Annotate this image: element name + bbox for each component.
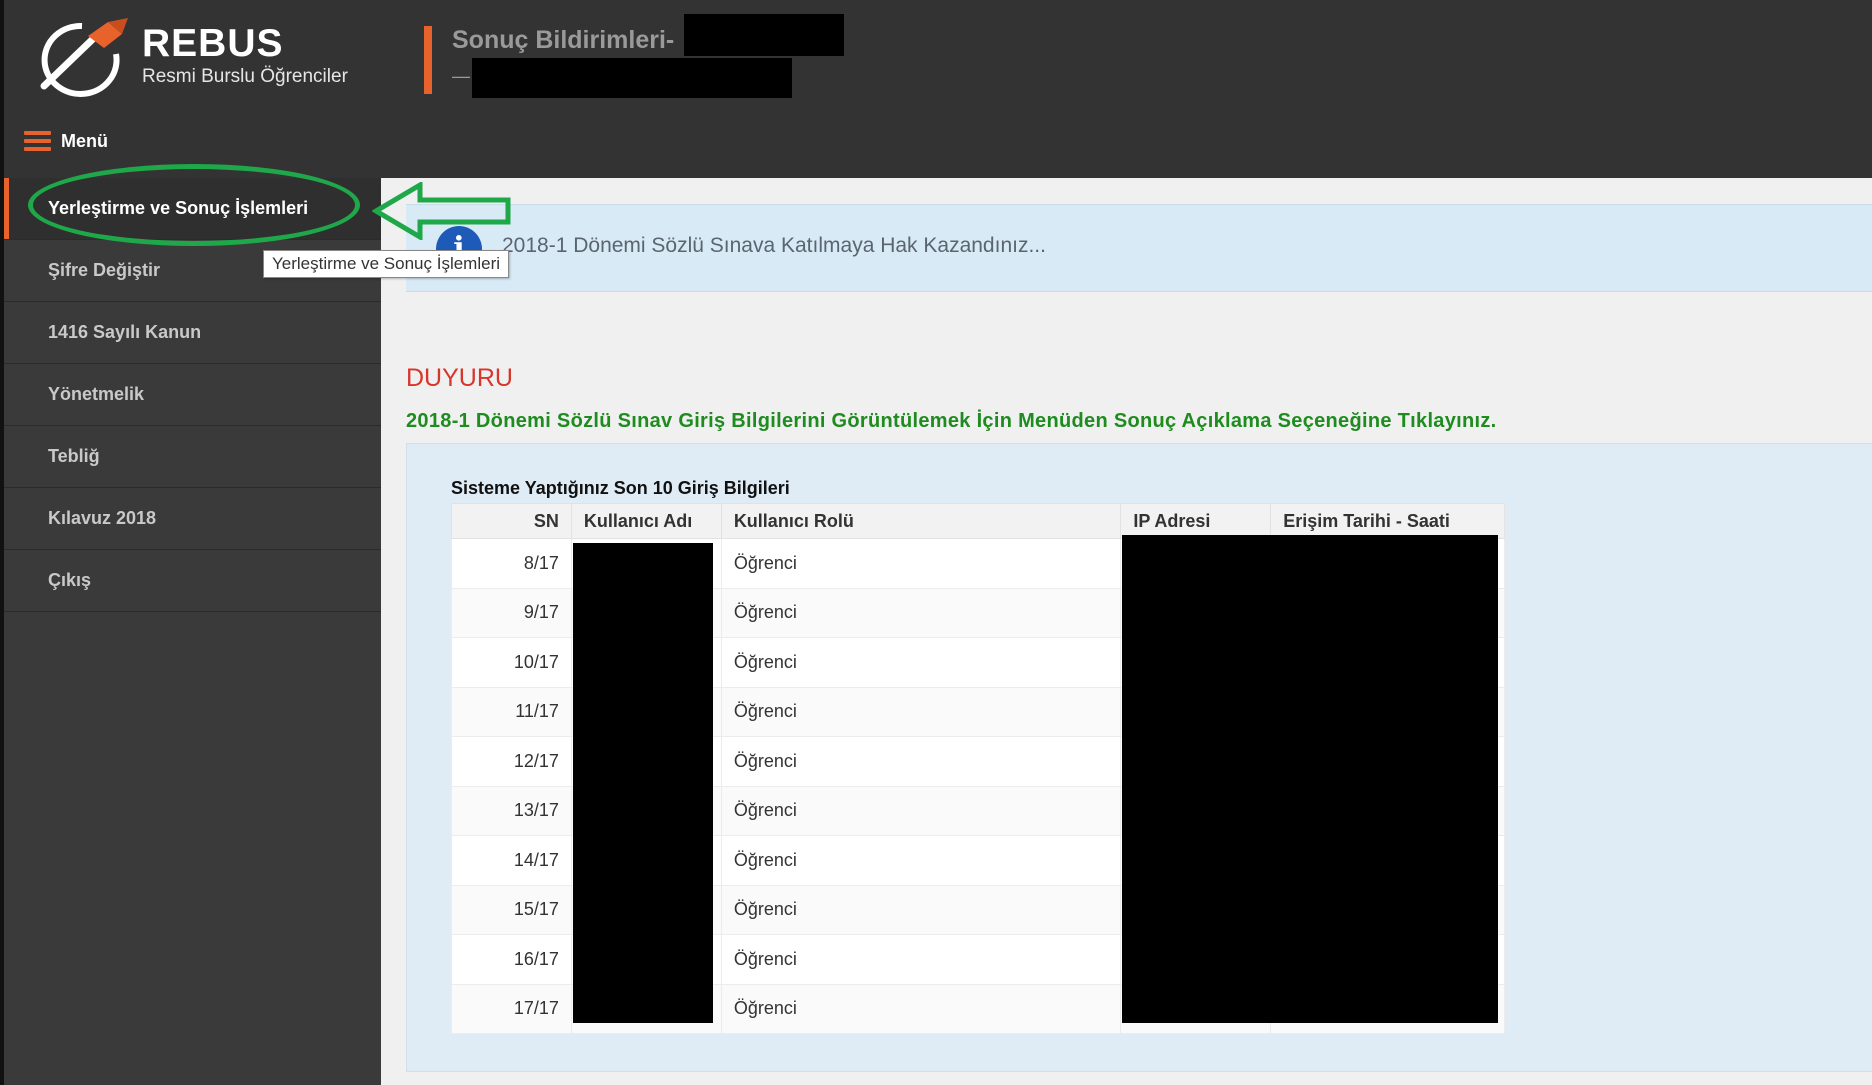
info-alert-text: 2018-1 Dönemi Sözlü Sınava Katılmaya Hak… [502, 234, 1046, 257]
login-history-caption: Sisteme Yaptığınız Son 10 Giriş Bilgiler… [451, 478, 790, 498]
cell-sn: 10/17 [451, 637, 572, 688]
cell-role: Öğrenci [720, 587, 1122, 638]
cell-sn: 16/17 [451, 934, 572, 985]
cell-sn: 8/17 [451, 538, 572, 589]
brand-name: REBUS [142, 22, 284, 65]
sidebar-item-label: Tebliğ [48, 446, 100, 466]
sidebar-item-guide-2018[interactable]: Kılavuz 2018 [4, 488, 381, 550]
page-title: Sonuç Bildirimleri- [452, 26, 675, 54]
green-arrow-icon [372, 182, 511, 240]
column-header-access-time: Erişim Tarihi - Saati [1270, 503, 1505, 539]
column-header-username: Kullanıcı Adı [570, 503, 722, 539]
highlight-ellipse [28, 164, 360, 246]
redaction-title [684, 14, 844, 56]
redaction-subtitle [472, 58, 792, 98]
cell-role: Öğrenci [720, 637, 1122, 688]
cell-role: Öğrenci [720, 736, 1122, 787]
brand-subtitle: Resmi Burslu Öğrenciler [142, 66, 348, 87]
sidebar-item-logout[interactable]: Çıkış [4, 550, 381, 612]
cell-sn: 12/17 [451, 736, 572, 787]
cell-sn: 17/17 [451, 983, 572, 1034]
cell-role: Öğrenci [720, 934, 1122, 985]
rebus-logo-icon [40, 18, 128, 97]
cell-sn: 13/17 [451, 785, 572, 836]
column-header-role: Kullanıcı Rolü [720, 503, 1122, 539]
menu-toggle-button[interactable]: Menü [24, 128, 108, 154]
sidebar-item-label: Şifre Değiştir [48, 260, 161, 280]
sidebar-item-label: Kılavuz 2018 [48, 508, 157, 528]
column-header-sn: SN [451, 503, 572, 539]
sidebar-tooltip: Yerleştirme ve Sonuç İşlemleri [263, 250, 510, 278]
sidebar-item-label: 1416 Sayılı Kanun [48, 322, 202, 342]
hamburger-icon [24, 131, 51, 151]
announcement-text: 2018-1 Dönemi Sözlü Sınav Giriş Bilgiler… [406, 410, 1497, 432]
cell-role: Öğrenci [720, 785, 1122, 836]
redaction-ip-time-columns [1122, 535, 1498, 1023]
redaction-username-column [573, 543, 713, 1023]
title-accent-bar [424, 26, 432, 94]
sidebar-item-regulation[interactable]: Yönetmelik [4, 364, 381, 426]
menu-label: Menü [61, 130, 108, 151]
page-subtitle: — [452, 66, 470, 86]
cell-role: Öğrenci [720, 538, 1122, 589]
cell-role: Öğrenci [720, 983, 1122, 1034]
cell-role: Öğrenci [720, 835, 1122, 886]
app-header: REBUS Resmi Burslu Öğrenciler Sonuç Bild… [0, 0, 1872, 178]
announcement-title: DUYURU [406, 364, 513, 392]
sidebar-item-label: Yönetmelik [48, 384, 145, 404]
cell-sn: 9/17 [451, 587, 572, 638]
cell-role: Öğrenci [720, 686, 1122, 737]
sidebar-nav: Yerleştirme ve Sonuç İşlemleri Şifre Değ… [4, 178, 381, 1085]
cell-sn: 14/17 [451, 835, 572, 886]
cell-sn: 11/17 [451, 686, 572, 737]
sidebar-item-law-1416[interactable]: 1416 Sayılı Kanun [4, 302, 381, 364]
cell-role: Öğrenci [720, 884, 1122, 935]
sidebar-item-label: Çıkış [48, 570, 92, 590]
sidebar-item-communique[interactable]: Tebliğ [4, 426, 381, 488]
cell-sn: 15/17 [451, 884, 572, 935]
table-header-row: SN Kullanıcı Adı Kullanıcı Rolü IP Adres… [451, 503, 1505, 539]
column-header-ip: IP Adresi [1120, 503, 1272, 539]
